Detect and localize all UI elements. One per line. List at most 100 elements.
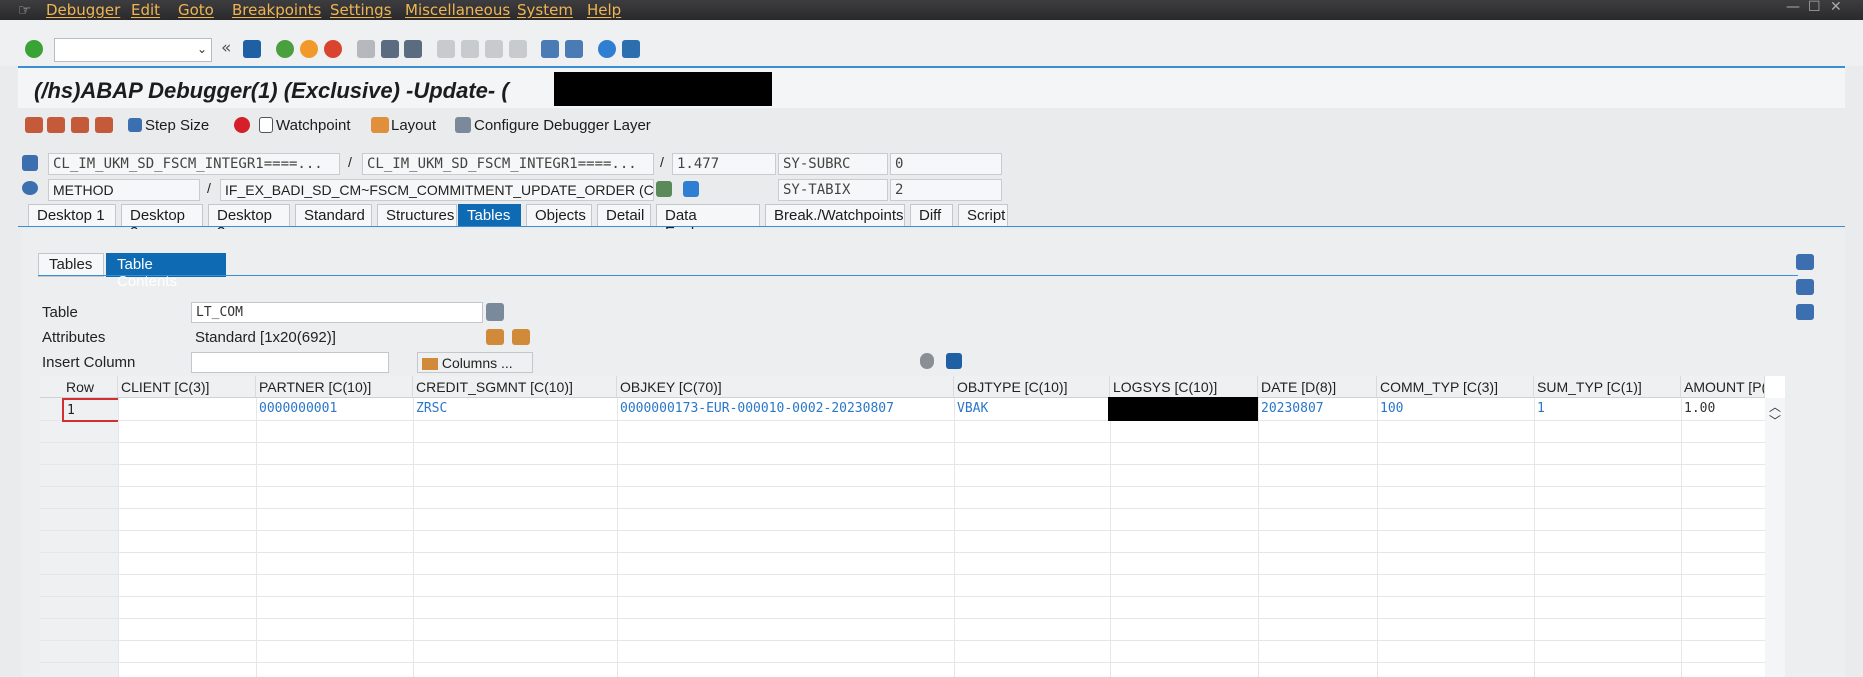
column-header[interactable]: OBJTYPE [C(10)] — [954, 376, 1110, 398]
prev-page-icon[interactable] — [461, 40, 479, 58]
menu-help[interactable]: Help — [587, 1, 621, 19]
logsys-cell-redacted[interactable] — [1108, 397, 1258, 421]
stop-breakpoint-icon[interactable] — [234, 117, 250, 133]
column-header[interactable]: AMOUNT [P(8 — [1681, 376, 1765, 398]
column-header[interactable]: Row — [40, 376, 118, 398]
column-header[interactable]: CREDIT_SGMNT [C(10)] — [413, 376, 617, 398]
tab-diff[interactable]: Diff — [910, 204, 953, 227]
tab-data-explorer[interactable]: Data Explorer — [656, 204, 760, 241]
menu-goto[interactable]: Goto — [178, 1, 214, 19]
back-icon[interactable] — [276, 40, 294, 58]
vertical-scrollbar[interactable]: ︿ ﹀ — [1765, 398, 1785, 677]
layout-button[interactable]: Layout — [391, 117, 436, 134]
last-page-icon[interactable] — [509, 40, 527, 58]
type-field[interactable]: METHOD — [48, 179, 200, 201]
info-icon[interactable] — [683, 181, 699, 197]
sum-typ-cell[interactable]: 1 — [1534, 398, 1681, 420]
menu-system[interactable]: System — [517, 1, 573, 19]
watchpoint-button[interactable]: Watchpoint — [276, 117, 350, 134]
objtype-cell[interactable]: VBAK — [954, 398, 1110, 420]
menu-miscellaneous[interactable]: Miscellaneous — [405, 1, 510, 19]
row-number-cell[interactable]: 1 — [62, 398, 118, 422]
date-cell[interactable]: 20230807 — [1258, 398, 1377, 420]
print-icon[interactable] — [357, 40, 375, 58]
tab-desktop-3[interactable]: Desktop 3 — [208, 204, 290, 241]
find-icon[interactable] — [381, 40, 399, 58]
watchpoint-icon[interactable] — [259, 117, 273, 133]
menu-settings[interactable]: Settings — [330, 1, 392, 19]
line-number-field[interactable]: 1.477 — [672, 153, 776, 175]
return-icon[interactable] — [71, 117, 89, 133]
amount-cell[interactable]: 1.00 — [1681, 398, 1765, 420]
table-select-icon[interactable] — [486, 303, 504, 321]
save-icon[interactable] — [946, 353, 962, 369]
tab-structures[interactable]: Structures — [377, 204, 457, 227]
program-field-2[interactable]: CL_IM_UKM_SD_FSCM_INTEGR1====... — [362, 153, 654, 175]
single-step-icon[interactable] — [25, 117, 43, 133]
configure-debugger-layer-button[interactable]: Configure Debugger Layer — [474, 117, 651, 134]
settings-icon[interactable] — [486, 329, 504, 345]
first-page-icon[interactable] — [437, 40, 455, 58]
objkey-cell[interactable]: 0000000173-EUR-000010-0002-20230807 — [617, 398, 954, 420]
execute-icon[interactable] — [47, 117, 65, 133]
comm-typ-cell[interactable]: 100 — [1377, 398, 1534, 420]
tab-desktop-2[interactable]: Desktop 2 — [121, 204, 203, 241]
tab-objects[interactable]: Objects — [526, 204, 592, 227]
filter-icon[interactable] — [920, 353, 934, 369]
method-field[interactable]: IF_EX_BADI_SD_CM~FSCM_COMMITMENT_UPDATE_… — [220, 179, 654, 201]
chevron-down-icon[interactable]: ⌄ — [197, 42, 207, 56]
table-name-input[interactable]: LT_COM — [191, 302, 483, 323]
navigate-icon[interactable] — [656, 181, 672, 197]
collapse-icon[interactable]: « — [221, 38, 231, 58]
tab-detail[interactable]: Detail — [597, 204, 651, 227]
cancel-icon[interactable] — [324, 40, 342, 58]
configure-layer-icon[interactable] — [455, 117, 471, 133]
tool-services-icon[interactable] — [1796, 304, 1814, 320]
export-icon[interactable] — [512, 329, 530, 345]
enter-check-icon[interactable] — [25, 40, 43, 58]
customize-layout-icon[interactable] — [622, 40, 640, 58]
insert-column-input[interactable] — [191, 352, 389, 373]
find-next-icon[interactable] — [404, 40, 422, 58]
scroll-down-icon[interactable]: ﹀ — [1769, 412, 1781, 429]
menu-edit[interactable]: Edit — [131, 1, 160, 19]
menu-debugger[interactable]: Debugger — [46, 1, 120, 19]
client-cell[interactable] — [118, 398, 256, 420]
step-size-button[interactable]: Step Size — [145, 117, 209, 134]
save-icon[interactable] — [243, 40, 261, 58]
subtab-table-contents[interactable]: Table Contents — [106, 253, 226, 290]
maximize-icon[interactable]: ☐ — [1808, 0, 1821, 15]
column-header[interactable]: CLIENT [C(3)] — [118, 376, 256, 398]
column-header[interactable]: OBJKEY [C(70)] — [617, 376, 954, 398]
step-size-icon[interactable] — [128, 118, 142, 132]
tab-break-watchpoints[interactable]: Break./Watchpoints — [765, 204, 905, 227]
column-header[interactable]: PARTNER [C(10)] — [256, 376, 413, 398]
app-menu-icon[interactable]: ☞ — [18, 1, 31, 19]
tab-standard[interactable]: Standard — [295, 204, 372, 227]
new-session-icon[interactable] — [541, 40, 559, 58]
column-header[interactable]: DATE [D(8)] — [1258, 376, 1377, 398]
columns-button[interactable]: Columns ... — [417, 352, 533, 373]
exit-icon[interactable] — [300, 40, 318, 58]
continue-icon[interactable] — [95, 117, 113, 133]
subtab-tables[interactable]: Tables — [38, 253, 104, 277]
column-header[interactable]: LOGSYS [C(10)] — [1110, 376, 1258, 398]
minimize-icon[interactable]: — — [1786, 0, 1800, 15]
replace-tool-icon[interactable] — [1796, 279, 1814, 295]
tab-tables[interactable]: Tables — [458, 204, 521, 227]
layout-icon[interactable] — [371, 117, 389, 133]
new-tool-icon[interactable] — [1796, 254, 1814, 270]
tab-desktop-1[interactable]: Desktop 1 — [28, 204, 116, 227]
tab-script[interactable]: Script — [958, 204, 1008, 227]
help-icon[interactable] — [598, 40, 616, 58]
close-icon[interactable]: ✕ — [1830, 0, 1842, 15]
next-page-icon[interactable] — [485, 40, 503, 58]
credit-sgmnt-cell[interactable]: ZRSC — [413, 398, 617, 420]
command-field[interactable]: ⌄ — [54, 38, 212, 62]
column-header[interactable]: SUM_TYP [C(1)] — [1534, 376, 1681, 398]
program-field-1[interactable]: CL_IM_UKM_SD_FSCM_INTEGR1====... — [48, 153, 340, 175]
partner-cell[interactable]: 0000000001 — [256, 398, 413, 420]
column-header[interactable]: COMM_TYP [C(3)] — [1377, 376, 1534, 398]
menu-breakpoints[interactable]: Breakpoints — [232, 1, 321, 19]
shortcut-icon[interactable] — [565, 40, 583, 58]
